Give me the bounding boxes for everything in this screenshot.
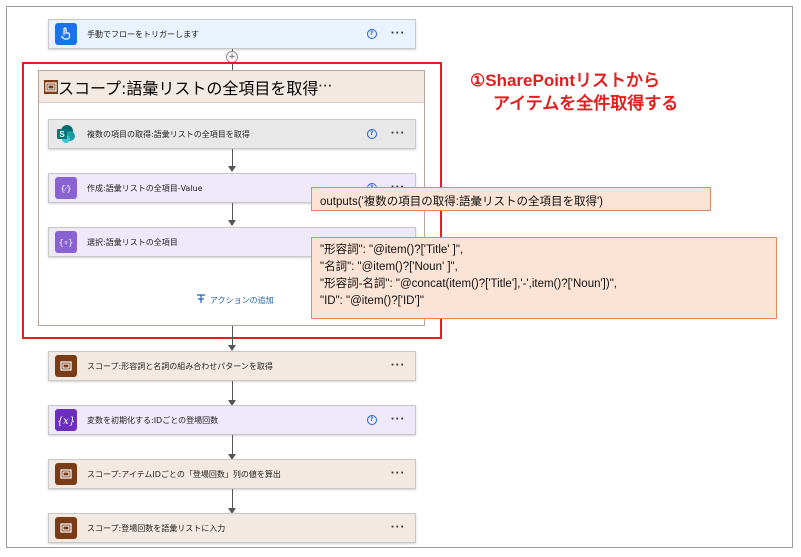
step-label: スコープ:形容詞と名詞の組み合わせパターンを取得 [87, 361, 273, 371]
svg-text:{▿}: {▿} [59, 238, 73, 247]
scope-combination-card[interactable]: スコープ:形容詞と名詞の組み合わせパターンを取得 ··· [48, 351, 416, 381]
data-operation-icon: {▿} [55, 231, 77, 253]
scope-label: スコープ:語彙リストの全項目を取得 [58, 78, 319, 98]
get-items-card[interactable]: S 複数の項目の取得:語彙リストの全項目を取得 ? ··· [48, 119, 416, 149]
annotation-title-line1: ①SharePointリストから [470, 71, 660, 90]
step-label: 変数を初期化する:IDごとの登場回数 [87, 415, 219, 425]
scope-icon [55, 355, 77, 377]
trigger-card[interactable]: 手動でフローをトリガーします ? ··· [48, 19, 416, 49]
init-variable-card[interactable]: {x} 変数を初期化する:IDごとの登場回数 ? ··· [48, 405, 416, 435]
arrow-down-icon [228, 166, 236, 172]
compose-expression-text: outputs('複数の項目の取得:語彙リストの全項目を取得') [320, 196, 603, 208]
add-action-icon [196, 294, 206, 306]
more-options-icon[interactable]: ··· [391, 469, 405, 479]
more-options-icon[interactable]: ··· [391, 415, 405, 425]
step-label: スコープ:アイテムIDごとの「登場回数」列の値を算出 [87, 469, 281, 479]
insert-step-plus-icon[interactable]: + [226, 51, 238, 63]
scope-header[interactable]: スコープ:語彙リストの全項目を取得 ··· [39, 71, 424, 103]
arrow-down-icon [228, 220, 236, 226]
more-options-icon[interactable]: ··· [391, 361, 405, 371]
connector-line [232, 489, 233, 509]
step-label: スコープ:登場回数を語彙リストに入力 [87, 523, 226, 533]
help-icon[interactable]: ? [366, 415, 377, 425]
more-options-icon[interactable]: ··· [391, 523, 405, 533]
variable-icon: {x} [55, 409, 77, 431]
help-icon[interactable]: ? [366, 29, 377, 39]
more-options-icon[interactable]: ··· [318, 81, 332, 92]
scope-icon [44, 79, 58, 94]
svg-text:{⁄}: {⁄} [61, 184, 72, 193]
data-operation-icon: {⁄} [55, 177, 77, 199]
mapping-line: "ID": "@item()?['ID']" [320, 295, 424, 307]
mapping-line: "形容詞": "@item()?['Title' ]", [320, 244, 464, 256]
scope-icon [55, 463, 77, 485]
compose-expression-callout: outputs('複数の項目の取得:語彙リストの全項目を取得') [311, 187, 711, 211]
svg-text:{x}: {x} [58, 416, 74, 427]
annotation-title-line2: アイテムを全件取得する [493, 94, 679, 113]
connector-line [232, 435, 233, 455]
hand-touch-icon [55, 23, 77, 45]
svg-text:S: S [59, 130, 65, 139]
connector-line [232, 149, 233, 167]
select-mapping-callout: "形容詞": "@item()?['Title' ]", "名詞": "@ite… [311, 237, 777, 319]
connector-line [232, 326, 233, 346]
add-action-label: アクションの追加 [210, 295, 274, 305]
scope-count-card[interactable]: スコープ:アイテムIDごとの「登場回数」列の値を算出 ··· [48, 459, 416, 489]
add-action-button[interactable]: アクションの追加 [196, 294, 274, 306]
trigger-label: 手動でフローをトリガーします [87, 29, 199, 39]
more-options-icon[interactable]: ··· [391, 29, 405, 39]
mapping-line: "形容詞-名詞": "@concat(item()?['Title'],'-',… [320, 278, 617, 290]
mapping-line: "名詞": "@item()?['Noun' ]", [320, 261, 458, 273]
help-icon[interactable]: ? [366, 129, 377, 139]
sharepoint-icon: S [55, 123, 77, 145]
more-options-icon[interactable]: ··· [391, 129, 405, 139]
step-label: 複数の項目の取得:語彙リストの全項目を取得 [87, 129, 250, 139]
connector-line [232, 203, 233, 221]
scope-icon [55, 517, 77, 539]
scope-input-card[interactable]: スコープ:登場回数を語彙リストに入力 ··· [48, 513, 416, 543]
connector-line [232, 381, 233, 401]
